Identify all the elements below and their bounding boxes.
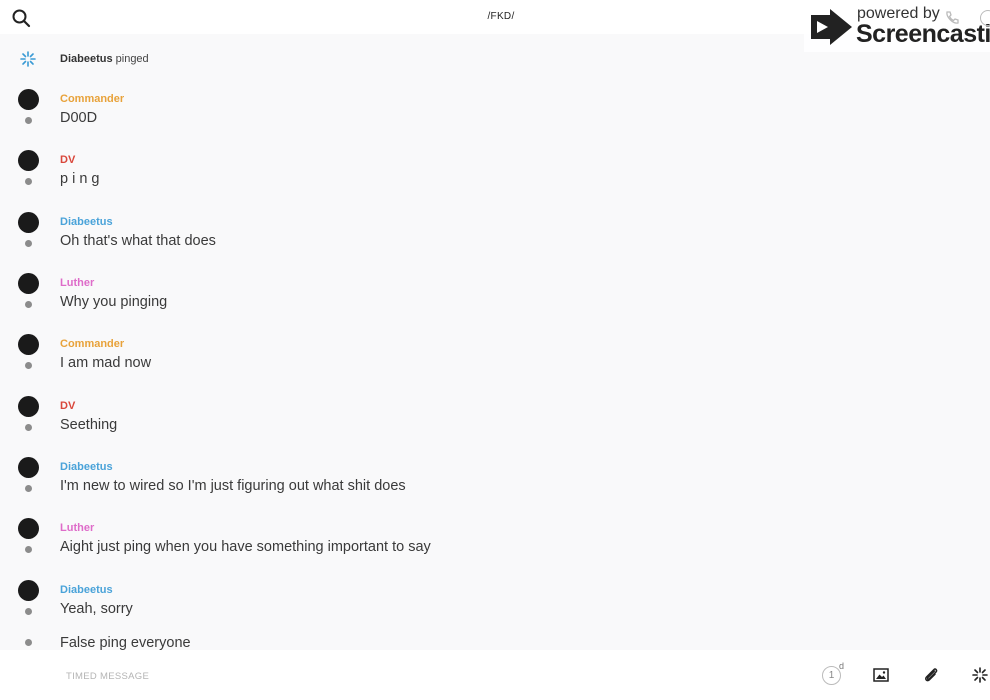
- message-input[interactable]: [66, 669, 766, 683]
- message-author[interactable]: Luther: [60, 277, 94, 289]
- message-text: Oh that's what that does: [60, 233, 216, 249]
- image-icon[interactable]: [873, 667, 889, 683]
- avatar[interactable]: [18, 457, 39, 478]
- message-author[interactable]: Diabeetus: [60, 461, 113, 473]
- message-text: Why you pinging: [60, 294, 168, 310]
- avatar[interactable]: [18, 212, 39, 233]
- message-item: Diabeetus I'm new to wired so I'm just f…: [0, 457, 990, 507]
- ping-event-text: Diabeetus pinged: [60, 53, 149, 65]
- message-item: Luther Aight just ping when you have som…: [0, 518, 990, 568]
- message-text: Yeah, sorry: [60, 601, 133, 617]
- message-text: I am mad now: [60, 355, 152, 371]
- avatar[interactable]: [18, 273, 39, 294]
- message-dot: [25, 424, 32, 431]
- avatar[interactable]: [18, 518, 39, 539]
- message-author[interactable]: Diabeetus: [60, 216, 113, 228]
- message-dot: [25, 362, 32, 369]
- timer-unit: d: [839, 661, 845, 671]
- message-item: Diabeetus Oh that's what that does: [0, 212, 990, 262]
- message-author[interactable]: DV: [60, 154, 75, 166]
- ping-burst-icon: [20, 51, 36, 67]
- message-dot: [25, 301, 32, 308]
- info-icon[interactable]: [980, 10, 990, 26]
- avatar[interactable]: [18, 396, 39, 417]
- message-author[interactable]: DV: [60, 400, 75, 412]
- message-author[interactable]: Commander: [60, 338, 124, 350]
- message-dot: [25, 117, 32, 124]
- message-author[interactable]: Commander: [60, 93, 124, 105]
- message-dot: [25, 178, 32, 185]
- message-item: Diabeetus Yeah, sorry: [0, 580, 990, 630]
- message-dot: [25, 546, 32, 553]
- ping-event: Diabeetus pinged: [0, 48, 990, 70]
- message-dot: [25, 240, 32, 247]
- message-item: Commander D00D: [0, 89, 990, 139]
- message-author[interactable]: Luther: [60, 522, 94, 534]
- timed-message-button[interactable]: 1 d: [822, 661, 848, 686]
- ping-event-action: pinged: [112, 53, 149, 65]
- ping-burst-icon[interactable]: [972, 667, 988, 683]
- avatar[interactable]: [18, 89, 39, 110]
- watermark-brand: Screencastify: [856, 20, 990, 48]
- message-dot: [25, 608, 32, 615]
- avatar[interactable]: [18, 150, 39, 171]
- message-text: I'm new to wired so I'm just figuring ou…: [60, 478, 406, 494]
- message-item: Luther Why you pinging: [0, 273, 990, 323]
- message-text: p i n g: [60, 171, 100, 187]
- message-text: Seething: [60, 417, 118, 433]
- message-text: D00D: [60, 110, 98, 126]
- phone-icon[interactable]: [944, 10, 960, 26]
- message-item: DV Seething: [0, 396, 990, 446]
- screencastify-watermark: powered by Screencastify: [804, 0, 990, 52]
- message-item: Commander I am mad now: [0, 334, 990, 384]
- avatar[interactable]: [18, 334, 39, 355]
- paperclip-icon[interactable]: [922, 666, 940, 684]
- message-dot: [25, 485, 32, 492]
- message-dot: [25, 639, 32, 646]
- message-text: Aight just ping when you have something …: [60, 539, 431, 555]
- message-item: DV p i n g: [0, 150, 990, 200]
- message-author[interactable]: Diabeetus: [60, 584, 113, 596]
- screencastify-logo-icon: [811, 9, 852, 45]
- avatar[interactable]: [18, 580, 39, 601]
- message-continuation: False ping everyone: [0, 632, 990, 652]
- ping-event-user[interactable]: Diabeetus: [60, 53, 113, 65]
- message-text: False ping everyone: [60, 635, 191, 651]
- composer-bar: 1 d: [0, 650, 990, 700]
